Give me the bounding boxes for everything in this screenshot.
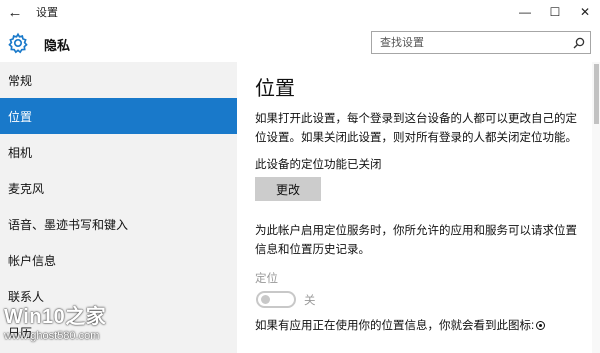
toggle-state-text: 关 [304, 295, 316, 307]
content-pane: 位置 如果打开此设置，每个登录到这台设备的人都可以更改自己的定位设置。如果关闭此… [237, 62, 600, 353]
settings-header: 隐私 [0, 24, 600, 62]
minimize-icon: — [519, 5, 531, 19]
page-title: 位置 [255, 78, 295, 100]
minimize-button[interactable]: — [510, 0, 540, 24]
maximize-button[interactable]: ☐ [540, 0, 570, 24]
location-icon [536, 321, 546, 331]
account-description: 为此帐户启用定位服务时，你所允许的应用和服务可以请求位置信息和位置历史记录。 [255, 225, 577, 256]
sidebar-item-general[interactable]: 常规 [0, 62, 237, 98]
window-title: 设置 [36, 7, 58, 19]
window-controls: — ☐ ✕ [510, 0, 600, 24]
watermark-url: www.ghost580.com [4, 330, 100, 342]
close-button[interactable]: ✕ [570, 0, 600, 24]
search-box[interactable] [371, 31, 591, 54]
intro-text: 如果打开此设置，每个登录到这台设备的人都可以更改自己的定位设置。如果关闭此设置，… [255, 113, 577, 144]
gear-icon [8, 32, 28, 54]
sidebar-item-camera[interactable]: 相机 [0, 134, 237, 170]
location-toggle-label: 定位 [255, 273, 278, 285]
section-title: 隐私 [44, 38, 71, 53]
back-arrow-icon: ← [7, 3, 23, 21]
device-status-text: 此设备的定位功能已关闭 [255, 159, 382, 171]
back-button[interactable]: ← [0, 0, 30, 24]
title-bar: ← 设置 — ☐ ✕ [0, 0, 600, 24]
sidebar-item-location[interactable]: 位置 [0, 98, 237, 134]
watermark-brand: Win10之家 [4, 306, 107, 328]
maximize-icon: ☐ [549, 5, 561, 19]
close-icon: ✕ [579, 5, 591, 19]
scrollbar[interactable] [592, 62, 600, 353]
search-input[interactable] [372, 32, 568, 53]
search-icon[interactable] [568, 32, 590, 53]
sidebar-item-microphone[interactable]: 麦克风 [0, 170, 237, 206]
toggle-knob [261, 295, 270, 304]
scrollbar-thumb[interactable] [594, 64, 599, 124]
location-icon-note: 如果有应用正在使用你的位置信息，你就会看到此图标: [255, 317, 595, 336]
sidebar-item-account-info[interactable]: 帐户信息 [0, 242, 237, 278]
watermark: Win10之家 www.ghost580.com [4, 300, 106, 342]
location-toggle[interactable] [256, 291, 296, 308]
location-icon-note-text: 如果有应用正在使用你的位置信息，你就会看到此图标: [255, 320, 535, 332]
change-button[interactable]: 更改 [255, 177, 321, 201]
sidebar-item-speech-inking-typing[interactable]: 语音、墨迹书写和键入 [0, 206, 237, 242]
